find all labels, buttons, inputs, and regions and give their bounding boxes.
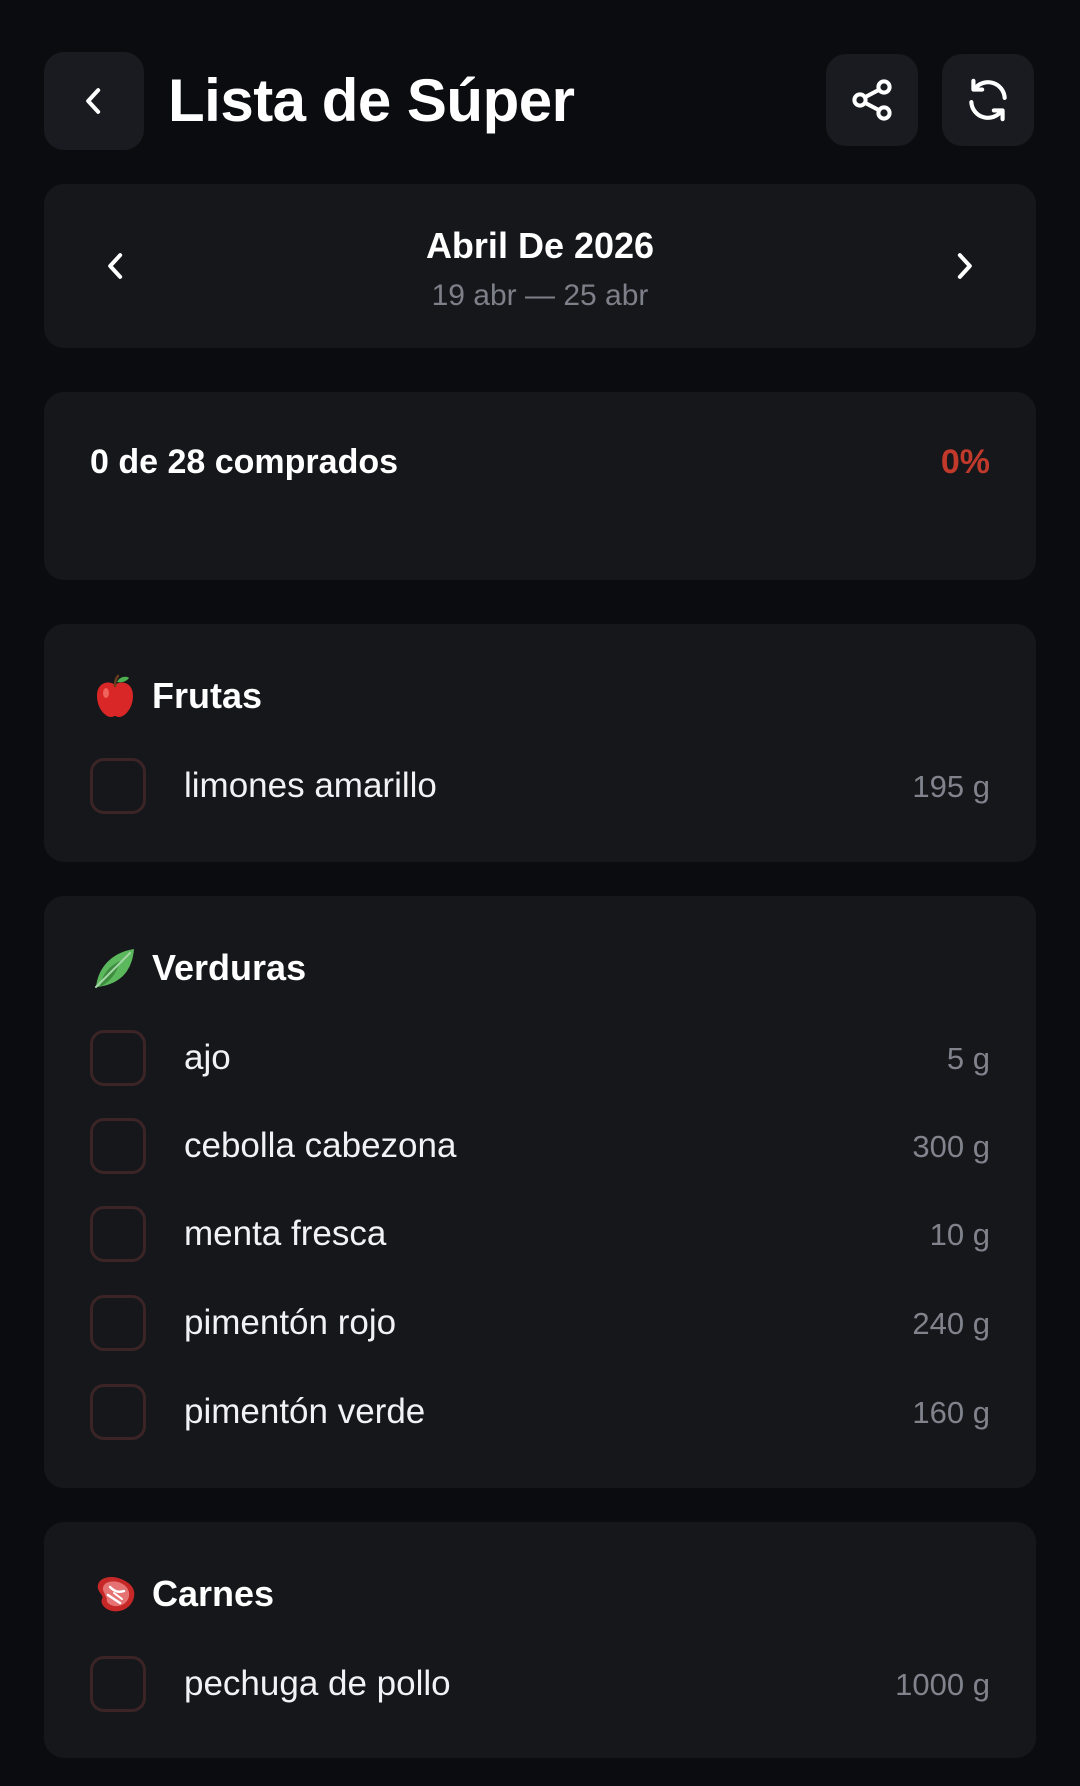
item-checkbox[interactable] [90,1656,146,1712]
item-name: menta fresca [184,1214,387,1253]
item-name: pechuga de pollo [184,1664,451,1703]
leafy-green-icon [95,949,134,988]
list-item[interactable]: pimentón verde 160 g [90,1378,990,1446]
list-item[interactable]: ajo 5 g [90,1024,990,1092]
item-name: pimentón rojo [184,1303,397,1342]
refresh-button[interactable] [942,54,1034,146]
item-checkbox[interactable] [90,1206,146,1262]
progress-percent: 0% [940,443,990,481]
next-week-button[interactable] [934,226,994,306]
progress-text: 0 de 28 comprados [90,443,399,481]
item-quantity: 300 g [912,1129,990,1164]
category-header: Carnes [90,1562,274,1626]
item-quantity: 1000 g [895,1667,990,1702]
page-title: Lista de Súper [168,67,575,134]
item-name: ajo [184,1038,231,1077]
item-quantity: 10 g [929,1217,990,1252]
item-quantity: 160 g [912,1395,990,1430]
list-item[interactable]: menta fresca 10 g [90,1200,990,1268]
item-checkbox[interactable] [90,1118,146,1174]
item-quantity: 5 g [946,1041,990,1076]
week-selector: Abril De 2026 19 abr — 25 abr [44,184,1036,348]
list-item[interactable]: pimentón rojo 240 g [90,1289,990,1357]
category-frutas: Frutas limones amarillo 195 g [44,624,1036,862]
item-quantity: 240 g [912,1306,990,1341]
apple-icon [97,674,133,717]
back-button[interactable] [44,52,144,150]
item-checkbox[interactable] [90,1295,146,1351]
category-verduras: Verduras ajo 5 g cebolla cabezona 300 g … [44,896,1036,1488]
progress-card: 0 de 28 comprados 0% [44,392,1036,580]
category-carnes: Carnes pechuga de pollo 1000 g [44,1522,1036,1758]
item-name: pimentón verde [184,1392,426,1431]
item-checkbox[interactable] [90,758,146,814]
list-item[interactable]: limones amarillo 195 g [90,752,990,820]
category-name: Frutas [152,675,263,716]
item-name: cebolla cabezona [184,1126,457,1165]
category-name: Verduras [152,947,307,988]
progress-bar [90,516,990,526]
category-name: Carnes [152,1573,275,1614]
category-header: Frutas [90,664,262,728]
share-button[interactable] [826,54,918,146]
chevron-right-icon [957,253,972,279]
chevron-left-icon [86,88,101,114]
list-item[interactable]: cebolla cabezona 300 g [90,1112,990,1180]
share-icon [852,79,892,121]
list-item[interactable]: pechuga de pollo 1000 g [90,1650,990,1718]
top-bar: Lista de Súper [44,52,1036,150]
item-name: limones amarillo [184,766,437,805]
item-checkbox[interactable] [90,1384,146,1440]
week-title: Abril De 2026 [425,225,655,266]
steak-icon [97,1577,135,1612]
item-checkbox[interactable] [90,1030,146,1086]
refresh-icon [969,78,1007,122]
item-quantity: 195 g [912,769,990,804]
week-range: 19 abr — 25 abr [431,279,649,312]
category-header: Verduras [90,936,306,1000]
